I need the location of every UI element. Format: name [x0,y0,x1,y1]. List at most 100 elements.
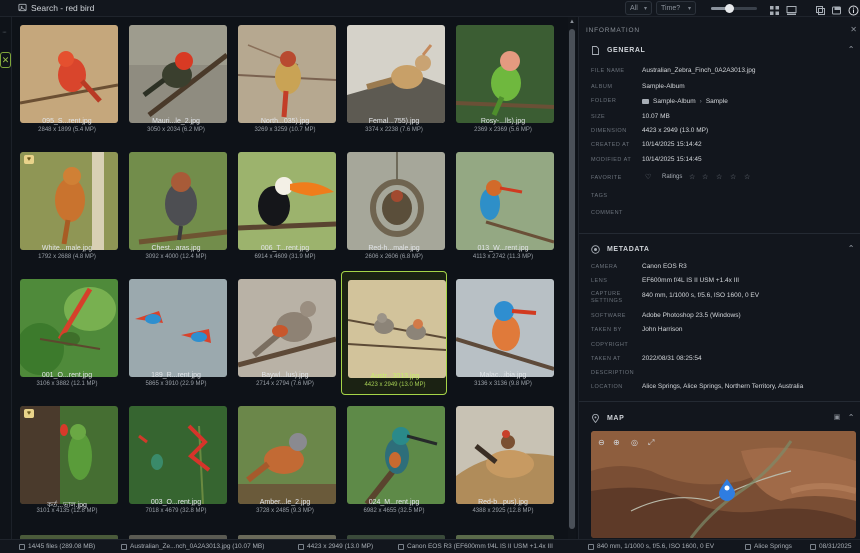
thumbnail-image [347,152,445,250]
close-panel-button[interactable]: ✕ [0,52,11,68]
thumbnail-dimensions: 6914 x 4609 (31.9 MP) [254,254,316,260]
thumbnail-dimensions: 4423 x 2949 (13.0 MP) [364,382,426,388]
created-label: CREATED AT [591,142,630,148]
thumbnail-tile[interactable]: Chest...aras.jpg 3092 x 4000 (12.4 MP) [123,144,229,268]
capture-settings-value: 840 mm, 1/1000 s, f/5.6, ISO 1600, 0 EV [642,292,760,299]
thumbnail-image [129,152,227,250]
thumbnail-tile[interactable]: Rosy-...lls).jpg 2369 x 2369 (5.6 MP) [450,17,556,141]
thumbnail-tile[interactable]: 095_S...rent.jpg 2848 x 1899 (5.4 MP) [14,17,120,141]
chevron-up-icon[interactable]: ⌃ [848,244,855,253]
general-section-title: GENERAL [607,46,646,54]
single-view-icon[interactable] [786,3,797,15]
copy-icon[interactable] [815,3,826,15]
thumbnail-filename: Chest...aras.jpg [151,245,201,252]
chevron-down-icon: ▾ [643,6,647,12]
star-icon[interactable]: ☆ [744,173,750,181]
thumbnail-image [347,406,445,504]
thumbnail-dimensions: 3106 x 3882 (12.1 MP) [36,381,98,387]
filter-all-dropdown[interactable]: All ▾ [625,1,652,15]
filter-time-label: Time? [661,4,681,12]
thumbnail-tile[interactable]: 006_T...rent.jpg 6914 x 4609 (31.9 MP) [232,144,338,268]
chevron-up-icon[interactable]: ⌃ [848,45,855,54]
thumbnail-tile[interactable]: North...035).jpg 3269 x 3259 (10.7 MP) [232,17,338,141]
thumbnail-image [456,279,554,377]
thumbnail-tile[interactable]: Red-b...pus).jpg 4388 x 2925 (12.8 MP) [450,398,556,522]
thumbnail-tile[interactable]: Femal...755).jpg 3374 x 2238 (7.6 MP) [341,17,447,141]
thumbnail-filename: White...male.jpg [41,245,93,252]
favorite-heart-icon[interactable]: ♥ [24,155,34,164]
status-capture: 840 mm, 1/1000 s, f/5.6, ISO 1600, 0 EV [588,543,714,550]
scrollbar-thumb[interactable] [569,29,575,529]
general-section-header[interactable]: GENERAL ⌃ [579,41,860,59]
thumbnail-grid: 095_S...rent.jpg 2848 x 1899 (5.4 MP) Ma… [12,17,567,539]
zoom-slider[interactable] [711,4,757,13]
thumbnail-dimensions: 5865 x 3910 (22.9 MP) [145,381,207,387]
thumbnail-tile[interactable]: Red-h...male.jpg 2606 x 2606 (6.8 MP) [341,144,447,268]
filter-time-dropdown[interactable]: Time? ▾ [656,1,696,15]
map-pin-icon [745,543,751,550]
album-value: Sample-Album [642,83,685,90]
thumbnail-dimensions: 3374 x 2238 (7.6 MP) [365,127,423,133]
info-icon[interactable] [848,3,859,16]
metadata-section-title: METADATA [607,245,650,253]
status-camera: Canon EOS R3 (EF600mm f/4L IS II USM +1.… [398,543,553,550]
map-section-header[interactable]: MAP ▣ ⌃ [579,409,860,427]
thumbnail-dimensions: 3136 x 3136 (9.8 MP) [474,381,532,387]
folder-crumb-1[interactable]: Sample-Album [653,98,696,105]
aperture-icon [588,543,594,550]
location-map[interactable]: ⊖ ⊕ ◎ ⤢ [591,431,856,538]
more-dots-icon[interactable]: ··· [2,29,7,36]
grid-view-icon[interactable] [769,3,780,15]
zoom-slider-handle[interactable] [724,4,734,13]
thumbnail-tile[interactable]: 013_W...rent.jpg 4113 x 2742 (11.3 MP) [450,144,556,268]
thumbnail-tile[interactable]: ♥ কর্ত...ভাল.jpg 3101 x 4135 (12.8 MP) [14,398,120,522]
scroll-up-icon[interactable]: ▲ [568,19,576,25]
metadata-section-header[interactable]: METADATA ⌃ [579,240,860,258]
star-icon[interactable]: ☆ [689,173,695,181]
thumbnail-filename: Femal...755).jpg [368,118,420,125]
camera-label: CAMERA [591,264,618,270]
thumbnail-tile[interactable]: Baywl...lus).jpg 2714 x 2794 (7.6 MP) [232,271,338,395]
thumbnail-tile[interactable]: 189_R...rent.jpg 5865 x 3910 (22.9 MP) [123,271,229,395]
breadcrumb-separator: › [699,98,702,105]
thumbnail-tile[interactable]: 001_O...rent.jpg 3106 x 3882 (12.1 MP) [14,271,120,395]
modified-label: MODIFIED AT [591,157,632,163]
close-icon[interactable]: ✕ [850,25,857,34]
thumbnail-dimensions: 3092 x 4000 (12.4 MP) [145,254,207,260]
locate-icon[interactable]: ◎ [631,438,641,448]
zoom-out-icon[interactable]: ⊖ [598,438,608,448]
save-icon[interactable]: ▣ [834,413,841,421]
fullscreen-icon[interactable]: ⤢ [648,438,658,448]
favorite-heart-icon[interactable]: ♥ [24,409,34,418]
status-capture-text: 840 mm, 1/1000 s, f/5.6, ISO 1600, 0 EV [597,543,715,550]
status-file-count: 14/45 files (289.08 MB) [19,543,95,550]
search-title-text: Search - red bird [31,3,95,13]
thumbnail-tile[interactable]: 003_O...rent.jpg 7018 x 4679 (32.8 MP) [123,398,229,522]
star-icon[interactable]: ☆ [730,173,736,181]
capture-settings-label: CAPTURE SETTINGS [591,291,623,304]
star-icon[interactable]: ☆ [702,173,708,181]
thumbnail-tile[interactable]: 024_M...rent.jpg 6982 x 4655 (32.5 MP) [341,398,447,522]
thumbnail-tile[interactable]: Malac...ibia.jpg 3136 x 3136 (9.8 MP) [450,271,556,395]
thumbnail-filename: 095_S...rent.jpg [42,118,92,125]
left-rail: ··· ✕ [0,17,12,539]
thumbnail-filename: 003_O...rent.jpg [150,499,202,506]
heart-outline-icon[interactable]: ♡ [645,173,651,181]
thumbnail-tile[interactable]: Amber...le_2.jpg 3728 x 2485 (9.3 MP) [232,398,338,522]
zoom-in-icon[interactable]: ⊕ [613,438,623,448]
description-label: DESCRIPTION [591,370,635,376]
chevron-up-icon[interactable]: ⌃ [848,413,855,422]
taken-at-label: TAKEN AT [591,356,621,362]
search-image-icon [18,3,27,14]
window-icon[interactable] [831,3,842,15]
folder-crumb-2[interactable]: Sample [706,98,728,105]
thumbnail-tile[interactable]: ♥ White...male.jpg 1792 x 2688 (4.8 MP) [14,144,120,268]
thumbnail-filename: 189_R...rent.jpg [151,372,201,379]
thumbnail-filename: Mauri...le_2.jpg [152,118,200,125]
star-icon[interactable]: ☆ [716,173,722,181]
thumbnail-filename: Austr...3013.jpg [370,373,420,380]
thumbnail-tile-selected[interactable]: Austr...3013.jpg 4423 x 2949 (13.0 MP) [341,271,447,395]
grid-scrollbar[interactable]: ▲ [568,17,576,539]
thumbnail-tile[interactable]: Mauri...le_2.jpg 3050 x 2034 (6.2 MP) [123,17,229,141]
status-dimensions: 4423 x 2949 (13.0 MP) [298,543,373,550]
